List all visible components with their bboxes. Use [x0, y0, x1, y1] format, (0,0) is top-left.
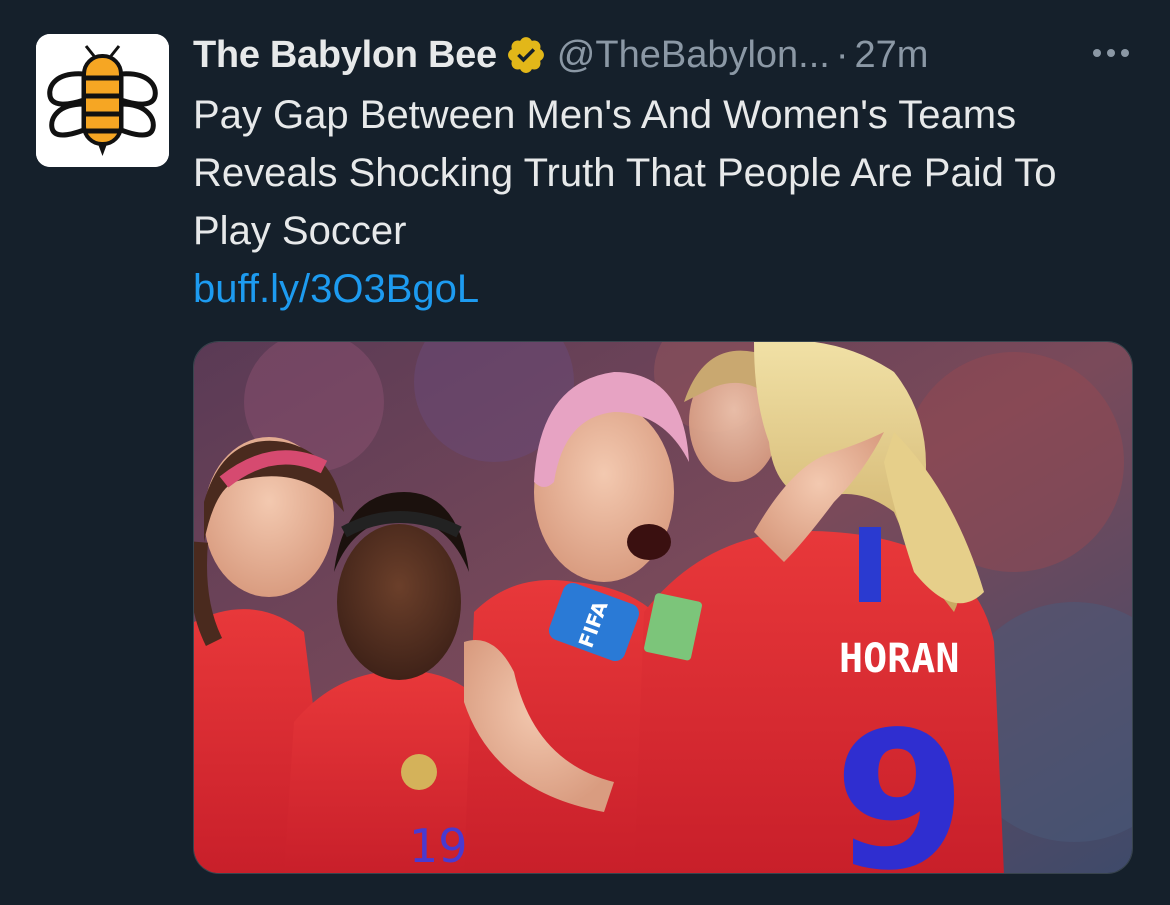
jersey-name-horan: HORAN [839, 636, 959, 682]
babylon-bee-avatar[interactable] [36, 34, 169, 167]
jersey-number-9: 9 [834, 691, 966, 874]
author-name[interactable]: The Babylon Bee [193, 34, 497, 77]
bee-logo-icon [36, 34, 169, 167]
tweet-link[interactable]: buff.ly/3O3BgoL [193, 260, 1133, 318]
jersey-number-19: 19 [409, 819, 468, 873]
tweet-media-image[interactable]: 19 FIFA HORAN 9 [193, 341, 1133, 874]
separator-dot: · [835, 33, 849, 76]
verified-badge-icon[interactable] [505, 34, 547, 76]
tweet[interactable]: The Babylon Bee @TheBabylon... · 27m Pay… [0, 0, 1170, 905]
soccer-players-photo: 19 FIFA HORAN 9 [194, 342, 1132, 874]
tweet-text: Pay Gap Between Men's And Women's Teams … [193, 93, 1057, 253]
tweet-content: The Babylon Bee @TheBabylon... · 27m Pay… [193, 26, 1133, 318]
tweet-timestamp[interactable]: 27m [855, 34, 929, 77]
more-options-icon[interactable] [1089, 38, 1133, 68]
author-handle[interactable]: @TheBabylon... [557, 34, 830, 77]
tweet-header: The Babylon Bee @TheBabylon... · 27m [193, 26, 1133, 84]
